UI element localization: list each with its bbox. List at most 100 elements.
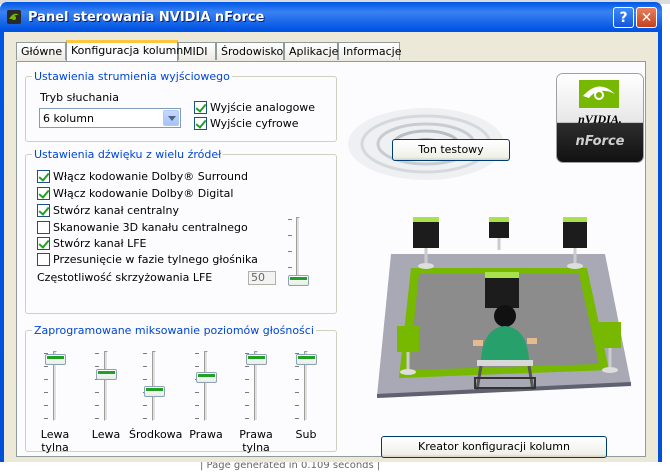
help-button[interactable]: ? — [613, 7, 634, 28]
tab-aplikacje[interactable]: Aplikacje — [284, 42, 338, 60]
channel-label: Środkowa — [129, 428, 183, 441]
dolby-surround-label: Włącz kodowanie Dolby® Surround — [53, 170, 248, 183]
lfe-crossover-slider-thumb[interactable] — [288, 275, 309, 286]
slider-tick — [295, 392, 299, 393]
listening-mode-label: Tryb słuchania — [40, 91, 119, 104]
speaker-center[interactable] — [489, 217, 509, 250]
tab-midi[interactable]: MIDI — [178, 42, 216, 60]
nvidia-eye-icon — [579, 80, 619, 108]
tab-glowne[interactable]: Główne — [16, 42, 66, 60]
slider-tick — [245, 379, 249, 380]
nvidia-logo-text: nVIDIA. — [578, 112, 622, 126]
analog-output-checkbox[interactable] — [194, 101, 207, 114]
slider-tick — [44, 405, 48, 406]
channel-label: Lewa tylna — [40, 428, 70, 454]
speaker-config-panel: Ustawienia strumienia wyjściowego Tryb s… — [16, 61, 646, 458]
slider-tick — [195, 418, 199, 419]
slider-tick — [295, 379, 299, 380]
slider-tick — [95, 366, 99, 367]
channel-slider-thumb[interactable] — [144, 386, 165, 398]
slider-tick — [195, 405, 199, 406]
slider-tick — [245, 366, 249, 367]
listening-mode-select[interactable]: 6 kolumn — [39, 108, 181, 128]
nforce-control-panel-window: Panel sterowania NVIDIA nForce ? ✕ Główn… — [0, 2, 662, 462]
nvidia-logo: nVIDIA. nForce — [557, 74, 643, 162]
close-button[interactable]: ✕ — [636, 7, 657, 28]
channel-label: Sub — [295, 428, 317, 441]
slider-tick — [143, 418, 147, 419]
level-mixing-group: Zaprogramowane miksowanie poziomów głośn… — [25, 324, 337, 454]
subwoofer[interactable] — [485, 272, 519, 308]
slider-tick — [245, 392, 249, 393]
multi-source-group-title: Ustawienia dźwięku z wielu źródeł — [32, 148, 224, 161]
channel-slider-thumb[interactable] — [246, 353, 267, 365]
slider-tick — [95, 418, 99, 419]
nvidia-app-icon — [7, 10, 21, 24]
dolby-surround-checkbox[interactable] — [37, 170, 50, 183]
slider-tick — [295, 418, 299, 419]
slider-tick — [44, 366, 48, 367]
speaker-stage-diagram — [377, 217, 632, 398]
center-channel-label: Stwórz kanał centralny — [53, 204, 179, 217]
lfe-channel-label: Stwórz kanał LFE — [53, 237, 147, 250]
digital-output-checkbox[interactable] — [194, 117, 207, 130]
digital-output-label: Wyjście cyfrowe — [210, 117, 299, 130]
slider-tick — [143, 405, 147, 406]
title-bar[interactable]: Panel sterowania NVIDIA nForce ? ✕ — [0, 2, 662, 32]
client-area: Główne Konfiguracja kolumn MIDI Środowis… — [4, 32, 658, 462]
channel-slider-thumb[interactable] — [296, 353, 317, 365]
channel-label: Lewa — [91, 428, 121, 441]
close-icon: ✕ — [640, 10, 653, 26]
slider-tick — [288, 219, 292, 220]
multi-source-group: Ustawienia dźwięku z wielu źródeł Włącz … — [25, 148, 337, 314]
output-stream-group: Ustawienia strumienia wyjściowego Tryb s… — [25, 70, 337, 142]
channel-label: Prawa — [189, 428, 223, 441]
lfe-crossover-value: 50 — [248, 271, 276, 285]
slider-tick — [295, 405, 299, 406]
slider-tick — [288, 267, 292, 268]
tab-konfiguracja-kolumn[interactable]: Konfiguracja kolumn — [66, 40, 183, 61]
slider-tick — [195, 353, 199, 354]
channel-slider-thumb[interactable] — [96, 368, 117, 380]
slider-tick — [195, 366, 199, 367]
tab-informacje[interactable]: Informacje — [338, 42, 401, 60]
slider-tick — [44, 392, 48, 393]
slider-tick — [95, 392, 99, 393]
chevron-down-icon[interactable] — [163, 110, 179, 126]
output-stream-group-title: Ustawienia strumienia wyjściowego — [32, 70, 232, 83]
slider-tick — [295, 366, 299, 367]
slider-tick — [143, 353, 147, 354]
rear-phase-shift-checkbox[interactable] — [37, 253, 50, 266]
slider-tick — [44, 379, 48, 380]
slider-tick — [95, 353, 99, 354]
dolby-digital-label: Włącz kodowanie Dolby® Digital — [53, 187, 234, 200]
lfe-crossover-slider-track[interactable] — [296, 217, 300, 283]
window-title: Panel sterowania NVIDIA nForce — [28, 10, 265, 25]
slider-tick — [143, 379, 147, 380]
analog-output-label: Wyjście analogowe — [210, 101, 316, 114]
center-3d-scan-checkbox[interactable] — [37, 221, 50, 234]
lfe-crossover-label: Częstotliwość skrzyżowania LFE — [37, 271, 213, 284]
channel-slider-track[interactable] — [104, 351, 108, 421]
dolby-digital-checkbox[interactable] — [37, 187, 50, 200]
listening-mode-value: 6 kolumn — [43, 112, 94, 125]
test-tone-button[interactable]: Ton testowy — [392, 139, 510, 161]
speaker-wizard-button[interactable]: Kreator konfiguracji kolumn — [381, 436, 607, 458]
slider-tick — [245, 405, 249, 406]
channel-slider-track[interactable] — [204, 351, 208, 421]
channel-slider-thumb[interactable] — [196, 371, 217, 383]
channel-slider-thumb[interactable] — [45, 353, 66, 365]
rear-phase-shift-label: Przesunięcie w fazie tylnego głośnika — [53, 253, 258, 266]
slider-tick — [245, 418, 249, 419]
nforce-logo-text: nForce — [575, 134, 625, 149]
slider-tick — [95, 405, 99, 406]
slider-tick — [195, 392, 199, 393]
lfe-channel-checkbox[interactable] — [37, 237, 50, 250]
slider-tick — [288, 235, 292, 236]
center-3d-scan-label: Skanowanie 3D kanału centralnego — [53, 221, 248, 234]
slider-tick — [143, 366, 147, 367]
slider-tick — [288, 251, 292, 252]
tab-srodowisko[interactable]: Środowisko — [216, 42, 284, 60]
center-channel-checkbox[interactable] — [37, 204, 50, 217]
slider-tick — [44, 418, 48, 419]
